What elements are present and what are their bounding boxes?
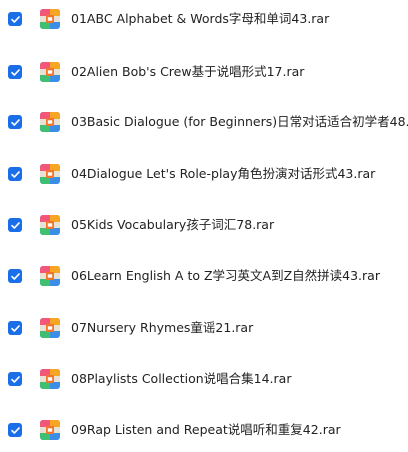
file-name: 06Learn English A to Z学习英文A到Z自然拼读43.rar [71, 268, 380, 283]
checked-checkbox-icon[interactable] [8, 12, 22, 26]
rar-archive-icon [39, 8, 61, 30]
checked-checkbox-icon[interactable] [8, 167, 22, 181]
rar-archive-icon [39, 419, 61, 441]
checked-checkbox-icon[interactable] [8, 423, 22, 437]
file-name: 08Playlists Collection说唱合集14.rar [71, 371, 292, 386]
file-row[interactable]: 09Rap Listen and Repeat说唱听和重复42.rar [0, 412, 408, 448]
file-row[interactable]: 06Learn English A to Z学习英文A到Z自然拼读43.rar [0, 258, 408, 294]
file-name: 05Kids Vocabulary孩子词汇78.rar [71, 217, 275, 232]
rar-archive-icon [39, 265, 61, 287]
rar-archive-icon [39, 111, 61, 133]
file-row[interactable]: 03Basic Dialogue (for Beginners)日常对话适合初学… [0, 104, 408, 140]
checked-checkbox-icon[interactable] [8, 65, 22, 79]
file-name: 07Nursery Rhymes童谣21.rar [71, 320, 254, 335]
file-name: 09Rap Listen and Repeat说唱听和重复42.rar [71, 422, 341, 437]
file-row[interactable]: 01ABC Alphabet & Words字母和单词43.rar [0, 1, 408, 37]
rar-archive-icon [39, 163, 61, 185]
file-row[interactable]: 02Alien Bob's Crew基于说唱形式17.rar [0, 54, 408, 90]
file-name: 03Basic Dialogue (for Beginners)日常对话适合初学… [71, 114, 408, 129]
checked-checkbox-icon[interactable] [8, 321, 22, 335]
file-row[interactable]: 07Nursery Rhymes童谣21.rar [0, 310, 408, 346]
rar-archive-icon [39, 214, 61, 236]
rar-archive-icon [39, 317, 61, 339]
file-name: 04Dialogue Let's Role-play角色扮演对话形式43.rar [71, 166, 376, 181]
file-name: 01ABC Alphabet & Words字母和单词43.rar [71, 11, 330, 26]
checked-checkbox-icon[interactable] [8, 372, 22, 386]
checked-checkbox-icon[interactable] [8, 269, 22, 283]
rar-archive-icon [39, 368, 61, 390]
file-row[interactable]: 04Dialogue Let's Role-play角色扮演对话形式43.rar [0, 156, 408, 192]
file-name: 02Alien Bob's Crew基于说唱形式17.rar [71, 64, 305, 79]
rar-archive-icon [39, 61, 61, 83]
file-row[interactable]: 05Kids Vocabulary孩子词汇78.rar [0, 207, 408, 243]
file-row[interactable]: 08Playlists Collection说唱合集14.rar [0, 361, 408, 397]
checked-checkbox-icon[interactable] [8, 218, 22, 232]
checked-checkbox-icon[interactable] [8, 115, 22, 129]
